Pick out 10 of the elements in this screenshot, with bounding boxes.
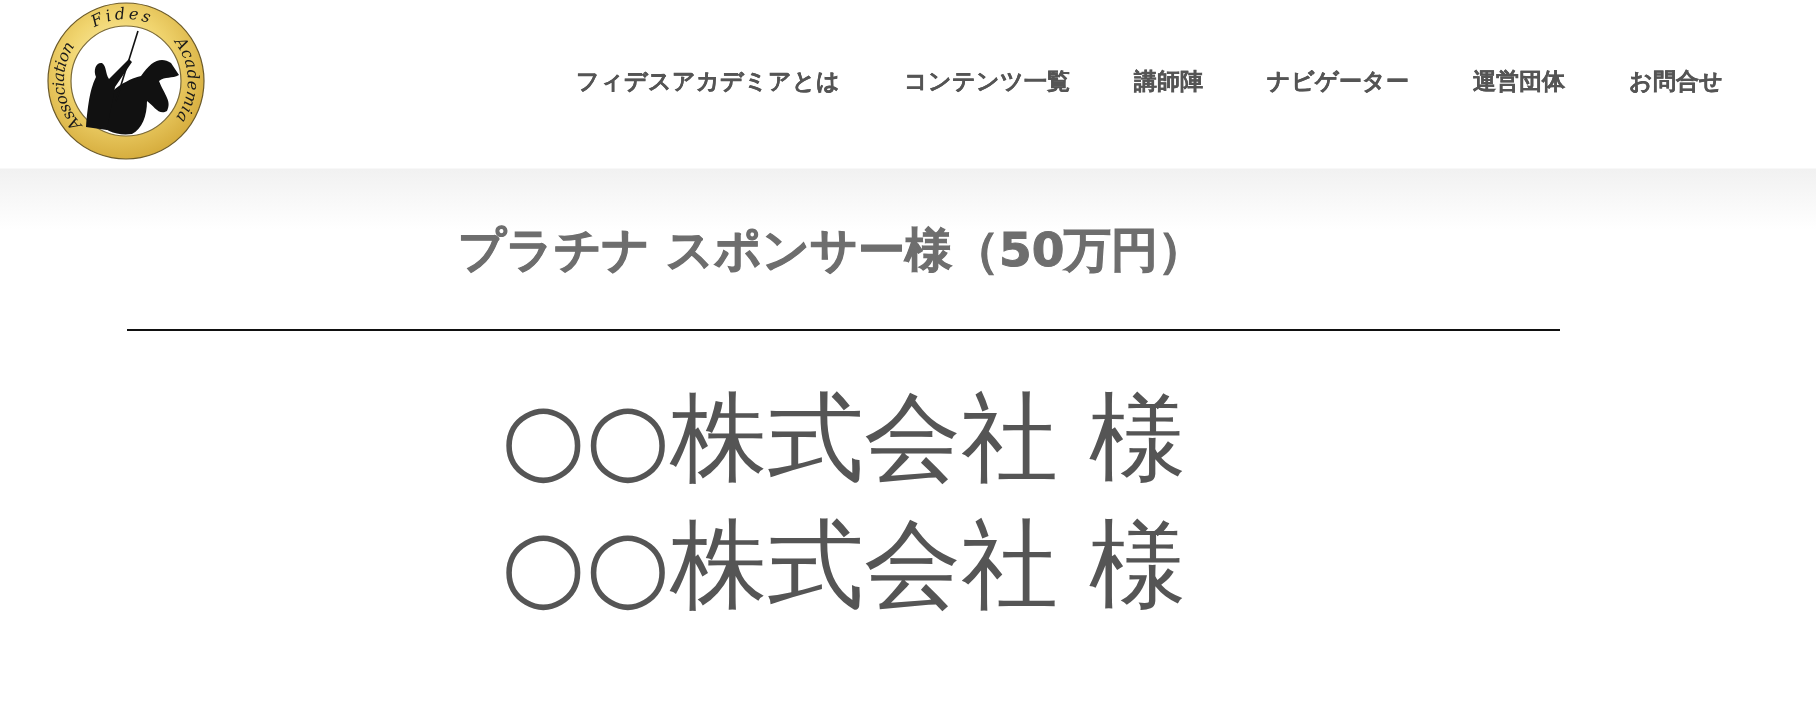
nav-link[interactable]: お問合せ [1629,67,1723,97]
logo-text: Fides [87,3,154,31]
sponsor-name: ○○株式会社 様 [500,507,1187,624]
nav-link[interactable]: 運営団体 [1473,67,1565,97]
section-heading: プラチナ スポンサー様（50万円） [457,222,1206,279]
nav-link[interactable]: ナビゲーター [1267,67,1409,97]
nav-link[interactable]: コンテンツ一覧 [904,67,1070,97]
nav-link[interactable]: 講師陣 [1134,67,1203,97]
nav-link[interactable]: フィデスアカデミアとは [576,67,840,97]
sponsor-name: ○○株式会社 様 [500,380,1187,497]
